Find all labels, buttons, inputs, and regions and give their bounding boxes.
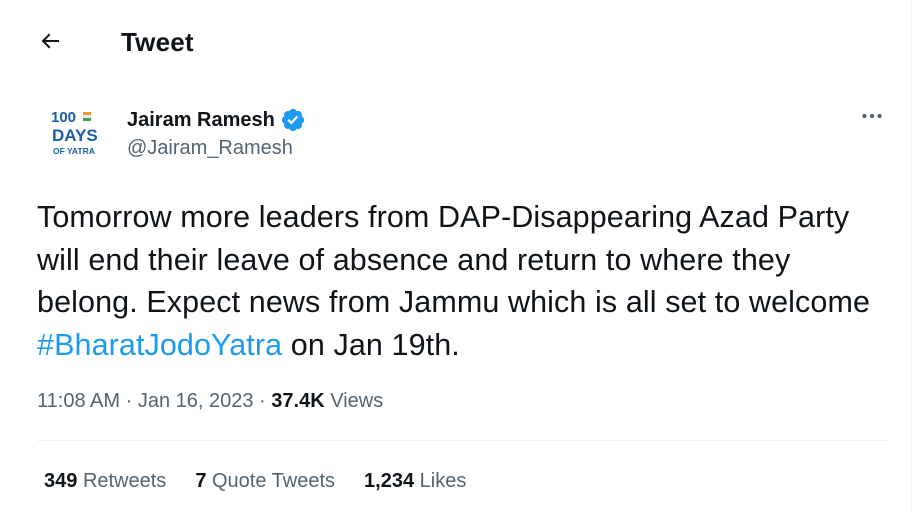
quote-tweets-label: Quote Tweets (212, 470, 336, 492)
avatar-flag-orange (83, 112, 91, 115)
more-horizontal-icon (859, 103, 885, 134)
tweet-text-tail: on Jan 19th. (282, 327, 460, 362)
retweets-stat[interactable]: 349 Retweets (44, 470, 166, 493)
more-options-button[interactable] (852, 100, 892, 136)
tweet-header: Tweet (0, 0, 911, 84)
verified-badge-icon[interactable] (280, 107, 306, 133)
avatar[interactable]: 100 DAYS OF YATRA (39, 98, 107, 166)
page-title: Tweet (121, 27, 194, 57)
quote-tweets-stat[interactable]: 7 Quote Tweets (195, 470, 335, 493)
hashtag-link[interactable]: #BharatJodoYatra (37, 328, 282, 362)
engagement-stats: 349 Retweets 7 Quote Tweets 1,234 Likes (44, 470, 495, 493)
likes-count: 1,234 (364, 470, 415, 492)
author-display-name[interactable]: Jairam Ramesh (127, 109, 275, 132)
views-label: Views (330, 390, 384, 412)
retweets-count: 349 (44, 470, 78, 492)
avatar-text-of-yatra: OF YATRA (53, 146, 95, 156)
back-button[interactable] (30, 23, 70, 63)
avatar-text-100: 100 (51, 109, 76, 126)
tweet-text: Tomorrow more leaders from DAP-Disappear… (37, 196, 887, 366)
author-name-row: Jairam Ramesh (127, 107, 306, 133)
avatar-flag-white (83, 115, 91, 118)
arrow-left-icon (38, 29, 62, 58)
tweet-date[interactable]: Jan 16, 2023 (138, 390, 254, 412)
tweet-meta: 11:08 AM · Jan 16, 2023 · 37.4K Views (37, 390, 383, 413)
meta-separator: · (259, 390, 266, 412)
divider (37, 440, 887, 441)
quote-tweets-count: 7 (195, 470, 207, 492)
tweet-text-body: Tomorrow more leaders from DAP-Disappear… (37, 200, 871, 319)
views-count: 37.4K (271, 390, 325, 412)
meta-separator: · (125, 390, 133, 412)
tweet-time[interactable]: 11:08 AM (37, 390, 120, 412)
likes-label: Likes (419, 470, 467, 492)
avatar-flag-green (83, 118, 91, 121)
retweets-label: Retweets (82, 470, 167, 492)
likes-stat[interactable]: 1,234 Likes (364, 470, 466, 493)
avatar-text-days: DAYS (52, 126, 98, 145)
author-handle[interactable]: @Jairam_Ramesh (127, 137, 293, 160)
